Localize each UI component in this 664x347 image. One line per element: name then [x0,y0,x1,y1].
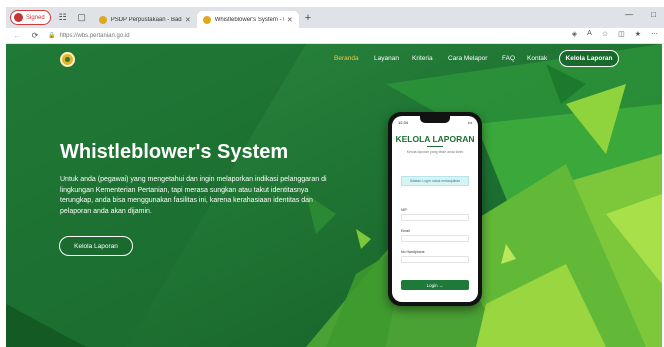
phone-notch [420,116,450,123]
site-navbar: Beranda Layanan Kriteria Cara Melapor FA… [6,44,662,74]
restore-icon[interactable]: □ [651,10,656,19]
nav-item-kontak[interactable]: Kontak [527,55,547,62]
lock-icon: 🔒 [48,33,56,39]
phone-email-input [401,235,469,242]
phone-title-divider [427,146,443,147]
phone-nip-input [401,214,469,221]
close-tab-icon[interactable]: ✕ [287,16,293,24]
refresh-icon[interactable]: ⟳ [28,31,42,40]
tab-perpustakaan[interactable]: PSDP Perpustakaan - Badan Besar Per ✕ [93,11,197,28]
profile-avatar-icon [14,13,23,22]
more-options-icon[interactable]: ⋯ [651,30,658,38]
phone-time: 12:34 [398,120,409,125]
tab-favicon-icon [202,15,211,24]
website-viewport: Beranda Layanan Kriteria Cara Melapor FA… [6,44,662,347]
favorite-star-icon[interactable]: ☆ [602,30,608,38]
text-size-icon[interactable]: A [587,30,592,38]
kelola-laporan-button[interactable]: Kelola Laporan [59,236,133,256]
window-controls: — □ [625,10,656,19]
nav-item-kriteria[interactable]: Kriteria [412,55,433,62]
phone-login-button: Login → [401,280,469,290]
phone-label-nip: NIP [401,208,407,212]
phone-label-email: Email [401,229,410,233]
favorites-icon[interactable]: ★ [635,30,641,38]
profile-button[interactable]: Signed [10,10,51,25]
phone-subtitle: Kelola laporan yang telah anda kirim [406,150,464,154]
phone-screen: 12:34 ••• KELOLA LAPORAN Kelola laporan … [392,116,478,302]
nav-item-beranda[interactable]: Beranda [334,55,359,62]
toolbar-actions: ◈ A ☆ ◫ ★ ⋯ [572,30,658,38]
nav-item-layanan[interactable]: Layanan [374,55,399,62]
profile-label: Signed [26,14,45,21]
phone-info-alert: Silakan Login untuk melanjutkan [401,176,469,186]
nav-item-faq[interactable]: FAQ [502,55,515,62]
split-screen-icon[interactable]: ◫ [618,30,625,38]
url-text: https://wbs.pertanian.go.id [59,32,130,39]
close-tab-icon[interactable]: ✕ [185,16,191,24]
browser-window: Signed ☷ ▢ PSDP Perpustakaan - Badan Bes… [0,0,664,347]
read-aloud-icon[interactable]: ◈ [572,30,577,38]
hero-title: Whistleblower's System [60,141,289,163]
back-arrow-icon[interactable]: ← [10,31,24,40]
phone-signal-icon: ••• [467,120,472,125]
tab-whistleblower[interactable]: Whistleblower's System - Kementerian ✕ [196,11,299,28]
address-bar[interactable]: 🔒 https://wbs.pertanian.go.id [48,30,568,42]
tab-strip: Signed ☷ ▢ PSDP Perpustakaan - Badan Bes… [6,7,664,28]
phone-handphone-input [401,256,469,263]
tab-title: Whistleblower's System - Kementerian [214,16,284,23]
minimize-icon[interactable]: — [625,10,633,19]
plus-icon[interactable]: + [305,12,311,24]
tab-actions-icon[interactable]: ▢ [75,11,89,25]
nav-item-cara-melapor[interactable]: Cara Melapor [448,55,487,62]
browser-toolbar: ← ⟳ 🔒 https://wbs.pertanian.go.id ◈ A ☆ … [6,28,664,44]
kelola-laporan-nav-button[interactable]: Kelola Laporan [559,50,619,67]
phone-mockup: 12:34 ••• KELOLA LAPORAN Kelola laporan … [388,112,482,306]
workspaces-icon[interactable]: ☷ [56,11,70,25]
tab-title: PSDP Perpustakaan - Badan Besar Per [110,16,182,23]
ministry-logo-icon[interactable] [60,52,75,67]
hero-description: Untuk anda (pegawai) yang mengetahui dan… [60,176,327,215]
phone-title: KELOLA LAPORAN [395,134,475,144]
tab-favicon-icon [98,15,107,24]
phone-label-handphone: No Handphone [401,250,425,254]
